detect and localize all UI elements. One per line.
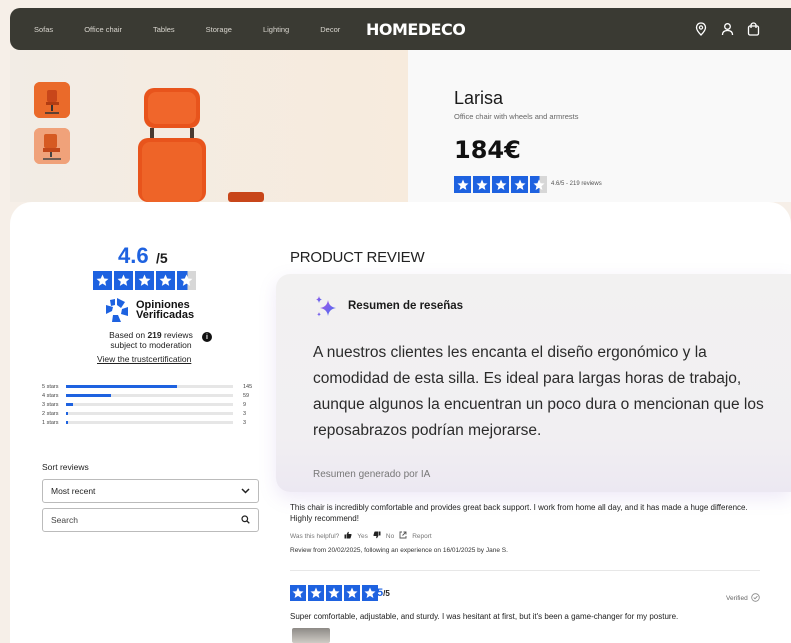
rating-bar-fill (66, 421, 69, 424)
sort-reviews-select[interactable]: Most recent (42, 479, 259, 503)
rating-row-3[interactable]: 3 stars 9 (42, 400, 260, 409)
ai-summary-footer: Resumen generado por IA (313, 469, 431, 480)
star-icon (290, 585, 306, 601)
review-score: 5/5 (377, 587, 390, 599)
chevron-down-icon (241, 486, 250, 496)
nav-links: Sofas Office chair Tables Storage Lighti… (34, 8, 371, 50)
based-on-reviews-text: Based on 219 reviews subject to moderati… (109, 330, 193, 350)
star-icon (114, 271, 133, 290)
helpful-yes-button[interactable]: Yes (357, 533, 368, 540)
star-icon (511, 176, 528, 193)
star-icon (492, 176, 509, 193)
helpful-no-button[interactable]: No (386, 533, 394, 540)
star-icon (135, 271, 154, 290)
review-photo[interactable] (292, 628, 330, 643)
review-rating-stars (290, 585, 378, 601)
sparkle-icon (313, 294, 339, 325)
sort-selected-value: Most recent (51, 486, 96, 496)
product-rating-text: 4.6/5 - 219 reviews (551, 181, 602, 187)
external-link-icon[interactable] (399, 531, 407, 541)
overall-score: 4.6 (118, 243, 149, 268)
product-rating-stars (454, 176, 547, 193)
star-half-icon (530, 176, 547, 193)
report-button[interactable]: Report (412, 533, 432, 540)
product-price: 184€ (454, 136, 521, 164)
gallery-thumbnail-2[interactable] (34, 128, 70, 164)
star-icon (344, 585, 360, 601)
search-icon[interactable] (241, 511, 250, 529)
opiniones-verificadas-logo-icon (103, 297, 131, 328)
trust-certification-link[interactable]: View the trustcertification (97, 354, 191, 364)
review-divider (290, 570, 760, 571)
nav-link-storage[interactable]: Storage (206, 25, 232, 34)
nav-icons (693, 21, 761, 37)
nav-link-office-chair[interactable]: Office chair (84, 25, 122, 34)
nav-link-sofas[interactable]: Sofas (34, 25, 53, 34)
nav-link-lighting[interactable]: Lighting (263, 25, 289, 34)
rating-row-2[interactable]: 2 stars 3 (42, 409, 260, 418)
thumbs-up-icon[interactable] (344, 531, 352, 541)
rating-bar-fill (66, 412, 69, 415)
check-circle-icon (750, 593, 760, 604)
review-text: Super comfortable, adjustable, and sturd… (290, 612, 679, 621)
nav-link-decor[interactable]: Decor (320, 25, 340, 34)
rating-bar-fill (66, 385, 177, 388)
brand-logo[interactable]: HOMEDECO (366, 20, 466, 39)
rating-row-1[interactable]: 1 stars 3 (42, 418, 260, 427)
sort-reviews-label: Sort reviews (42, 462, 89, 472)
star-icon (93, 271, 112, 290)
star-icon (308, 585, 324, 601)
review-helpful-row: Was this helpful? Yes No Report (290, 531, 432, 541)
overall-rating-stars (93, 271, 196, 290)
info-icon[interactable]: i (202, 332, 212, 342)
product-subtitle: Office chair with wheels and armrests (454, 112, 579, 121)
helpful-label: Was this helpful? (290, 532, 340, 540)
location-icon[interactable] (693, 21, 709, 37)
product-name: Larisa (454, 88, 504, 108)
rating-bar-fill (66, 394, 111, 397)
top-navbar: Sofas Office chair Tables Storage Lighti… (10, 8, 791, 50)
verified-badge: Verified (726, 593, 760, 604)
review-text: This chair is incredibly comfortable and… (290, 503, 748, 523)
ai-summary-title: Resumen de reseñas (348, 300, 464, 312)
star-icon (454, 176, 471, 193)
rating-row-5[interactable]: 5 stars 145 (42, 382, 260, 391)
gallery-thumbnail-1[interactable] (34, 82, 70, 118)
star-icon (156, 271, 175, 290)
section-title: PRODUCT REVIEW (290, 249, 425, 266)
thumbs-down-icon[interactable] (373, 531, 381, 541)
bag-icon[interactable] (745, 21, 761, 37)
nav-link-tables[interactable]: Tables (153, 25, 175, 34)
overall-score-denominator: /5 (156, 250, 168, 266)
rating-distribution: 5 stars 145 4 stars 59 3 stars 9 2 stars… (42, 382, 260, 427)
rating-row-4[interactable]: 4 stars 59 (42, 391, 260, 400)
opiniones-verificadas-wordmark: Opiniones Verificadas (136, 299, 195, 321)
search-input[interactable] (51, 515, 221, 525)
product-image-chair (130, 86, 280, 207)
ai-summary-text: A nuestros clientes les encanta el diseñ… (313, 344, 764, 439)
review-meta: Review from 20/02/2025, following an exp… (290, 547, 508, 554)
rating-bar-fill (66, 403, 73, 406)
star-half-icon (177, 271, 196, 290)
star-icon (362, 585, 378, 601)
search-box (42, 508, 259, 532)
user-icon[interactable] (719, 21, 735, 37)
star-icon (473, 176, 490, 193)
star-icon (326, 585, 342, 601)
